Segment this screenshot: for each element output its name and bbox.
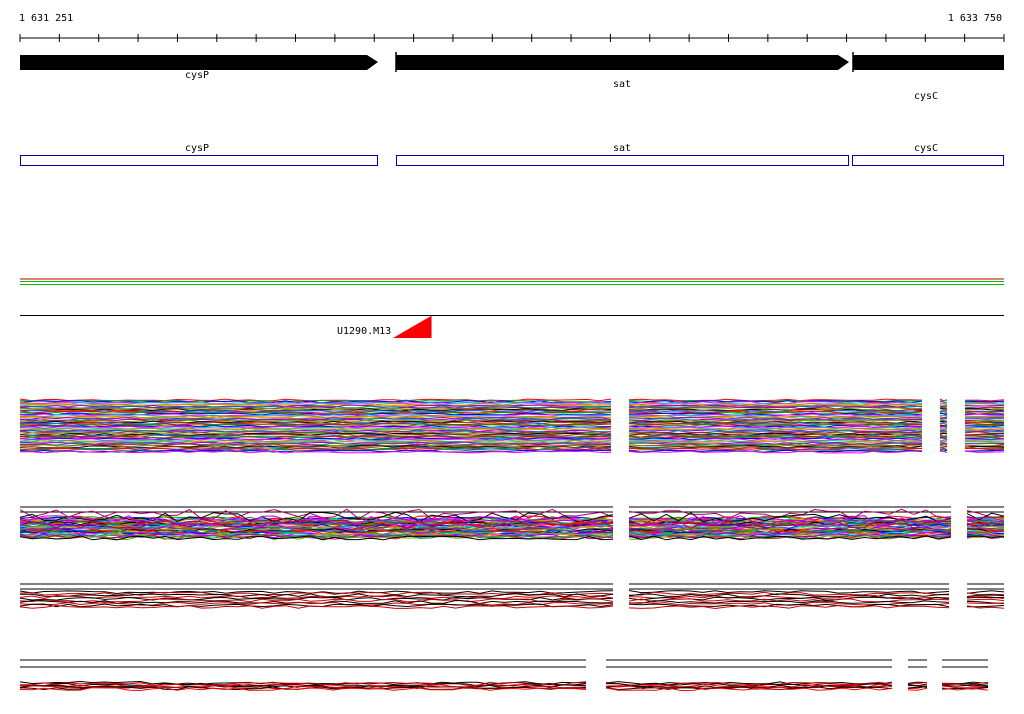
primer-marker[interactable] — [393, 316, 431, 338]
feature-box-cysP[interactable] — [20, 155, 378, 166]
gene-arrow-sat[interactable] — [396, 55, 849, 70]
gene-arrow-cysP[interactable] — [20, 55, 378, 70]
feature-box-sat[interactable] — [396, 155, 849, 166]
tracks-canvas — [19, 34, 1005, 692]
genome-browser-view: 1 631 251 1 633 750 cysP sat cysC cysP s… — [0, 0, 1024, 714]
ruler-axis — [19, 34, 1005, 42]
feature-box-cysC[interactable] — [852, 155, 1004, 166]
feature-boxes-track — [20, 155, 1004, 166]
coverage-line-track — [20, 278, 1004, 285]
expression-profile-tracks — [19, 398, 1005, 692]
gene-arrow-cysC[interactable] — [853, 55, 1004, 70]
primer-track — [20, 315, 1004, 338]
gene-arrows-track — [20, 52, 1004, 72]
